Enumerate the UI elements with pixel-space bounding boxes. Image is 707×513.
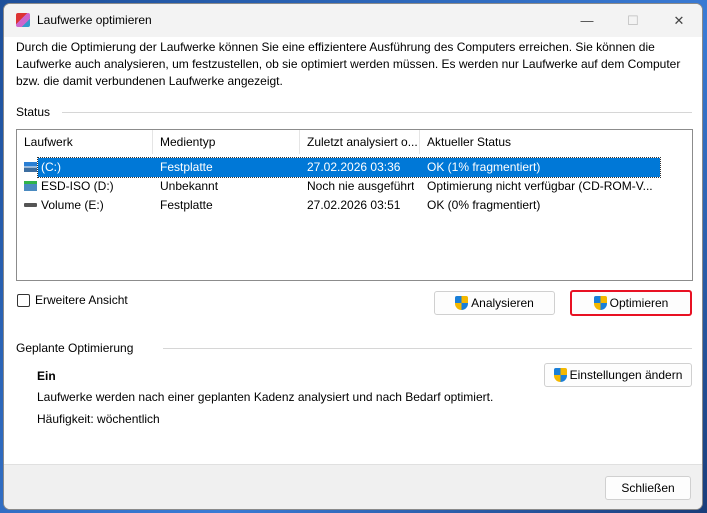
last-analyzed: Noch nie ausgeführt (307, 179, 415, 193)
uac-shield-icon (455, 296, 469, 310)
column-header-media[interactable]: Medientyp (153, 130, 300, 154)
analyze-button[interactable]: Analysieren (434, 291, 555, 315)
analyze-label: Analysieren (471, 296, 534, 310)
media-type: Unbekannt (160, 179, 219, 193)
uac-shield-icon (593, 296, 607, 310)
current-status: OK (1% fragmentiert) (427, 160, 541, 174)
schedule-description: Laufwerke werden nach einer geplanten Ka… (37, 390, 494, 404)
minimize-button[interactable]: — (564, 4, 610, 37)
advanced-view-label[interactable]: Erweitere Ansicht (35, 293, 128, 307)
change-settings-label: Einstellungen ändern (569, 368, 683, 382)
windows-drive-icon (24, 162, 37, 172)
maximize-button: ☐ (627, 13, 639, 28)
optimize-button[interactable]: Optimieren (570, 290, 692, 316)
close-window-button[interactable]: ✕ (656, 4, 702, 37)
media-type: Festplatte (160, 160, 213, 174)
current-status: OK (0% fragmentiert) (427, 198, 541, 212)
intro-text: Durch die Optimierung der Laufwerke könn… (16, 40, 681, 88)
disc-drive-icon (24, 181, 37, 191)
column-header-drive[interactable]: Laufwerk (17, 130, 153, 154)
defrag-app-icon (16, 13, 30, 27)
close-button[interactable]: Schließen (605, 476, 691, 500)
drive-name: Volume (E:) (41, 198, 104, 212)
footer: Schließen (4, 464, 702, 509)
drive-name: ESD-ISO (D:) (41, 179, 114, 193)
optimize-drives-window: Laufwerke optimieren — ☐ ✕ Durch die Opt… (3, 3, 703, 510)
divider (163, 348, 692, 349)
uac-shield-icon (553, 368, 567, 382)
drive-name: (C:) (41, 160, 61, 174)
divider (62, 112, 692, 113)
scheduled-section-label: Geplante Optimierung (16, 341, 134, 355)
last-analyzed: 27.02.2026 03:51 (307, 198, 401, 212)
title-bar: Laufwerke optimieren — ☐ ✕ (4, 4, 702, 37)
media-type: Festplatte (160, 198, 213, 212)
window-title: Laufwerke optimieren (37, 13, 152, 27)
hard-drive-icon (24, 203, 37, 207)
table-row[interactable]: Volume (E:) Festplatte 27.02.2026 03:51 … (17, 196, 692, 215)
schedule-state: Ein (37, 369, 56, 383)
advanced-view-checkbox[interactable] (17, 294, 30, 307)
current-status: Optimierung nicht verfügbar (CD-ROM-V... (427, 179, 653, 193)
last-analyzed: 27.02.2026 03:36 (307, 160, 401, 174)
drives-list[interactable]: Laufwerk Medientyp Zuletzt analysiert o.… (16, 129, 693, 281)
status-section-label: Status (16, 105, 51, 119)
table-row[interactable]: ESD-ISO (D:) Unbekannt Noch nie ausgefüh… (17, 177, 692, 196)
optimize-label: Optimieren (609, 296, 669, 310)
column-header-last-analyzed[interactable]: Zuletzt analysiert o... (300, 130, 420, 154)
table-row[interactable]: (C:) Festplatte 27.02.2026 03:36 OK (1% … (17, 157, 692, 178)
column-header-status[interactable]: Aktueller Status (420, 130, 692, 154)
schedule-frequency: Häufigkeit: wöchentlich (37, 412, 160, 426)
change-settings-button[interactable]: Einstellungen ändern (544, 363, 692, 387)
